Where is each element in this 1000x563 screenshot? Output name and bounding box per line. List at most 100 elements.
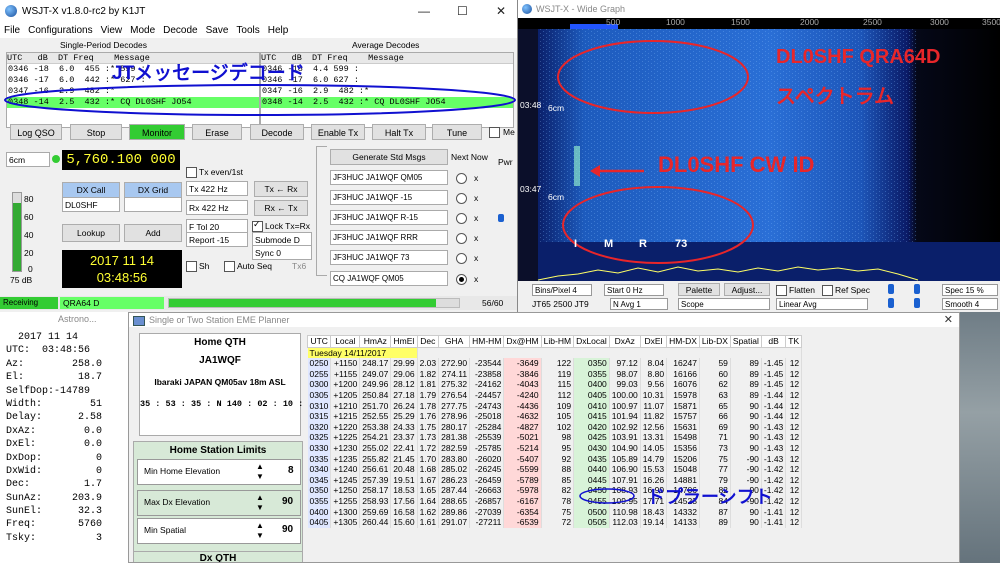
spin-down-icon[interactable]: ▼ — [256, 503, 264, 512]
dx-grid-button[interactable]: DX Grid — [124, 182, 182, 198]
tx2-message[interactable]: JF3HUC JA1WQF -15 — [330, 190, 448, 205]
report-spinner[interactable]: Report -15 — [186, 232, 248, 247]
table-row[interactable]: 0315 +1215 252.55 25.29 1.76 278.96 -25018 -463… — [307, 411, 803, 422]
log-qso-button[interactable]: Log QSO — [10, 124, 62, 140]
tx-even-checkbox[interactable] — [186, 167, 197, 178]
decode-button[interactable]: Decode — [250, 124, 304, 140]
tx5-now-icon[interactable]: x — [474, 253, 478, 263]
tx5-message[interactable]: JF3HUC JA1WQF 73 — [330, 250, 448, 265]
ref-spec-checkbox[interactable] — [822, 285, 833, 296]
lock-tx-rx-checkbox[interactable]: ✓ — [252, 219, 263, 232]
tx4-now-icon[interactable]: x — [474, 233, 478, 243]
table-row[interactable]: 0330 +1230 255.02 22.41 1.72 282.59 -25785 -521… — [307, 442, 803, 454]
col-spatial[interactable]: Spatial — [729, 335, 762, 348]
table-row[interactable]: 0305 +1205 250.84 27.18 1.79 276.54 -24457 -424… — [307, 389, 803, 401]
spin-down-icon[interactable]: ▼ — [256, 531, 264, 540]
tx4-radio[interactable] — [456, 233, 467, 244]
halt-tx-button[interactable]: Halt Tx — [372, 124, 426, 140]
dx-call-input[interactable]: DL0SHF — [62, 197, 120, 212]
gain-slider-handle[interactable] — [888, 284, 894, 294]
menu-save[interactable]: Save — [206, 25, 229, 36]
dial-frequency[interactable]: 5,760.100 000 — [62, 150, 180, 170]
spin-up-icon[interactable]: ▲ — [256, 462, 264, 471]
spec-percent-spinner[interactable]: Spec 15 % — [942, 284, 998, 296]
spin-up-icon[interactable]: ▲ — [256, 493, 264, 502]
menu-help[interactable]: Help — [268, 25, 289, 36]
band-select[interactable]: 6cm — [6, 152, 50, 167]
gain2-slider-handle[interactable] — [888, 298, 894, 308]
close-icon[interactable]: ✕ — [496, 4, 506, 18]
power-slider-handle[interactable] — [498, 214, 504, 222]
minimize-icon[interactable]: — — [418, 4, 430, 18]
col-hmaz[interactable]: HmAz — [359, 335, 392, 348]
col-lib-dx[interactable]: Lib-DX — [698, 335, 731, 348]
spin-up-icon[interactable]: ▲ — [256, 521, 264, 530]
smooth-spinner[interactable]: Smooth 4 — [942, 298, 998, 310]
table-row[interactable]: 0335 +1235 255.82 21.45 1.70 283.80 -26020 -540… — [307, 453, 803, 465]
table-row[interactable]: 0325 +1225 254.21 23.37 1.73 281.38 -25539 -502… — [307, 432, 803, 443]
sh-checkbox[interactable] — [186, 261, 197, 272]
table-row[interactable]: 0320 +1220 253.38 24.33 1.75 280.17 -25284 -482… — [307, 421, 803, 433]
enable-tx-button[interactable]: Enable Tx — [311, 124, 365, 140]
tx4-message[interactable]: JF3HUC JA1WQF RRR — [330, 230, 448, 245]
tx6-now-icon[interactable]: x — [474, 274, 478, 284]
min-home-elevation-field[interactable]: Min Home Elevation ▲ ▼ 8 — [137, 459, 301, 485]
palette-button[interactable]: Palette — [678, 283, 720, 296]
zero-slider-handle[interactable] — [914, 284, 920, 294]
add-button[interactable]: Add — [124, 224, 182, 242]
col-gha[interactable]: GHA — [438, 335, 471, 348]
col-dxlocal[interactable]: DxLocal — [573, 335, 610, 348]
tx-from-rx-button[interactable]: Tx ← Rx — [254, 181, 308, 197]
menu-decode[interactable]: Decode — [163, 25, 197, 36]
table-row[interactable]: 0405 +1305 260.44 15.60 1.61 291.07 -27211 -653… — [307, 517, 803, 528]
col-dxel[interactable]: DxEl — [639, 335, 668, 348]
max-dx-elevation-field[interactable]: Max Dx Elevation ▲ ▼ 90 — [137, 490, 301, 516]
monitor-button[interactable]: Monitor — [129, 124, 185, 140]
adjust-button[interactable]: Adjust... — [724, 283, 770, 296]
message-tab-strip[interactable] — [316, 146, 327, 276]
tx3-radio[interactable] — [456, 213, 467, 224]
flatten-checkbox[interactable] — [776, 285, 787, 296]
generate-std-msgs-button[interactable]: Generate Std Msgs — [330, 149, 448, 165]
col-dec[interactable]: Dec — [416, 335, 440, 348]
tx1-now-icon[interactable]: x — [474, 173, 478, 183]
table-row[interactable]: 0340 +1240 256.61 20.48 1.68 285.02 -26245 -559… — [307, 464, 803, 475]
table-row[interactable]: 0300 +1200 249.96 28.12 1.81 275.32 -24162 -404… — [307, 379, 803, 390]
col-utc[interactable]: UTC — [306, 335, 332, 348]
col-local[interactable]: Local — [330, 335, 361, 348]
min-spatial-field[interactable]: Min Spatial ▲ ▼ 90 — [137, 518, 301, 544]
table-row[interactable]: 0250 +1150 248.17 29.99 2.03 272.90 -23544 -364… — [307, 358, 803, 369]
sync-spinner[interactable]: Sync 0 — [252, 245, 312, 260]
col-hm-dx[interactable]: HM-DX — [666, 335, 700, 348]
tx6-message[interactable]: CQ JA1WQF QM05 — [330, 271, 448, 286]
auto-seq-checkbox[interactable] — [224, 261, 235, 272]
linear-avg-select[interactable]: Linear Avg — [776, 298, 868, 310]
tx5-radio[interactable] — [456, 253, 467, 264]
rx-from-tx-button[interactable]: Rx ← Tx — [254, 200, 308, 216]
col-hmel[interactable]: HmEl — [390, 335, 418, 348]
tx3-message[interactable]: JF3HUC JA1WQF R-15 — [330, 210, 448, 225]
col-db[interactable]: dB — [760, 335, 787, 348]
tx-freq-spinner[interactable]: Tx 422 Hz — [186, 181, 248, 196]
tune-button[interactable]: Tune — [432, 124, 482, 140]
n-avg-spinner[interactable]: N Avg 1 — [610, 298, 668, 310]
menu-configurations[interactable]: Configurations — [28, 25, 92, 36]
table-row[interactable]: 0255 +1155 249.07 29.06 1.82 274.11 -23858 -384… — [307, 368, 803, 380]
zero2-slider-handle[interactable] — [914, 298, 920, 308]
spin-down-icon[interactable]: ▼ — [256, 472, 264, 481]
col-dx-at-hm[interactable]: Dx@HM — [503, 335, 542, 348]
tx1-radio[interactable] — [456, 173, 467, 184]
tx2-radio[interactable] — [456, 193, 467, 204]
menu-view[interactable]: View — [101, 25, 123, 36]
tx1-message[interactable]: JF3HUC JA1WQF QM05 — [330, 170, 448, 185]
menu-file[interactable]: File — [4, 25, 20, 36]
close-icon[interactable]: ✕ — [944, 313, 953, 327]
table-row[interactable]: 0310 +1210 251.70 26.24 1.78 277.75 -24743 -443… — [307, 400, 803, 412]
rx-freq-spinner[interactable]: Rx 422 Hz — [186, 200, 248, 215]
menus-checkbox[interactable] — [489, 127, 500, 138]
col-hm-hm[interactable]: HM-HM — [469, 335, 505, 348]
dx-call-button[interactable]: DX Call — [62, 182, 120, 198]
col-dxaz[interactable]: DxAz — [608, 335, 641, 348]
col-tk[interactable]: TK — [785, 335, 803, 348]
stop-button[interactable]: Stop — [70, 124, 122, 140]
